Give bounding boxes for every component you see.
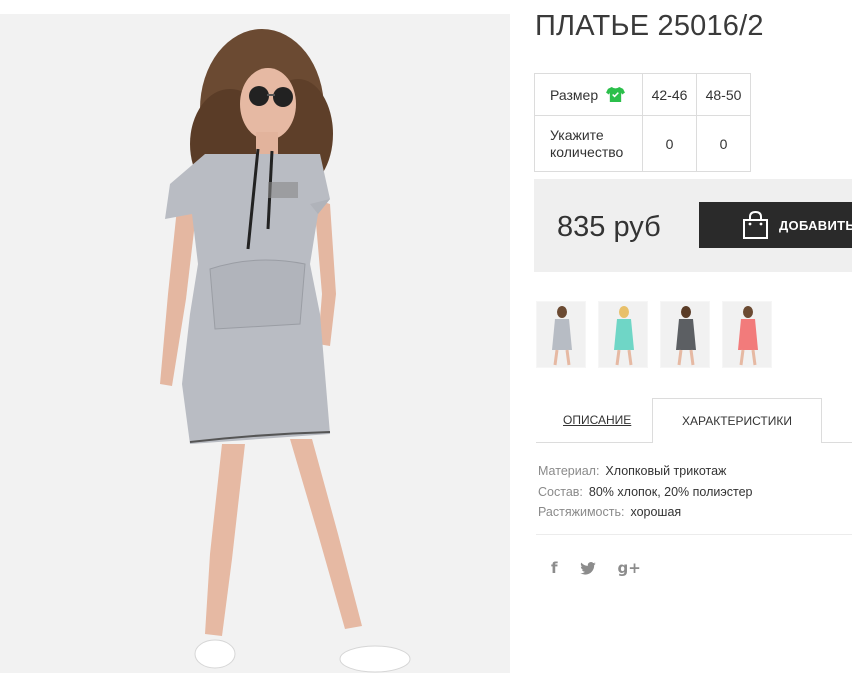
spec-row: Растяжимость: хорошая [538,502,752,523]
tabs-divider [536,442,652,443]
quantity-label: Укажите количество [534,115,643,172]
add-to-cart-button[interactable]: ДОБАВИТЬ [699,202,852,248]
thumbnail-photo-icon [614,306,634,366]
thumbnail-dark-grey[interactable] [660,301,710,368]
product-price: 835 руб [557,211,661,243]
spec-value: 80% хлопок, 20% полиэстер [588,484,753,499]
size-option-42-46: 42-46 [642,73,697,116]
spec-key: Материал: [538,464,600,478]
size-table: Размер 42-46 48-50 Укажите количество 0 … [534,73,751,172]
quantity-row: Укажите количество 0 0 [534,115,751,172]
product-title: ПЛАТЬЕ 25016/2 [535,10,764,42]
size-label: Размер [550,86,599,103]
thumbnail-mint[interactable] [598,301,648,368]
thumbnail-photo-icon [552,306,572,366]
tshirt-icon[interactable] [606,86,626,103]
shopping-bag-icon [743,210,768,239]
thumbnail-photo-icon [738,306,758,366]
facebook-icon[interactable]: f [551,559,558,577]
social-share: f g+ [551,559,641,577]
product-main-image[interactable] [0,14,510,673]
tab-characteristics[interactable]: ХАРАКТЕРИСТИКИ [652,398,822,443]
social-divider [536,534,852,535]
spec-row: Материал: Хлопковый трикотаж [538,461,752,482]
thumbnail-gallery [536,301,772,368]
size-option-48-50: 48-50 [696,73,751,116]
twitter-icon[interactable] [579,561,596,575]
size-label-cell: Размер [534,73,643,116]
quantity-input-42-46[interactable]: 0 [642,115,697,172]
quantity-input-48-50[interactable]: 0 [696,115,751,172]
size-row: Размер 42-46 48-50 [534,73,751,116]
thumbnail-photo-icon [676,306,696,366]
product-photo-icon [0,14,510,673]
google-plus-icon[interactable]: g+ [618,559,641,577]
spec-row: Состав: 80% хлопок, 20% полиэстер [538,482,752,503]
tabs-divider [822,442,852,443]
spec-key: Растяжимость: [538,505,625,519]
spec-value: Хлопковый трикотаж [605,464,727,478]
tab-description[interactable]: ОПИСАНИЕ [563,413,631,427]
thumbnail-coral[interactable] [722,301,772,368]
thumbnail-grey[interactable] [536,301,586,368]
add-to-cart-label: ДОБАВИТЬ [779,217,852,233]
price-bar: 835 руб ДОБАВИТЬ [534,179,852,272]
spec-key: Состав: [538,484,583,499]
spec-value: хорошая [630,505,682,519]
specs-list: Материал: Хлопковый трикотаж Состав: 80% х… [538,461,752,523]
